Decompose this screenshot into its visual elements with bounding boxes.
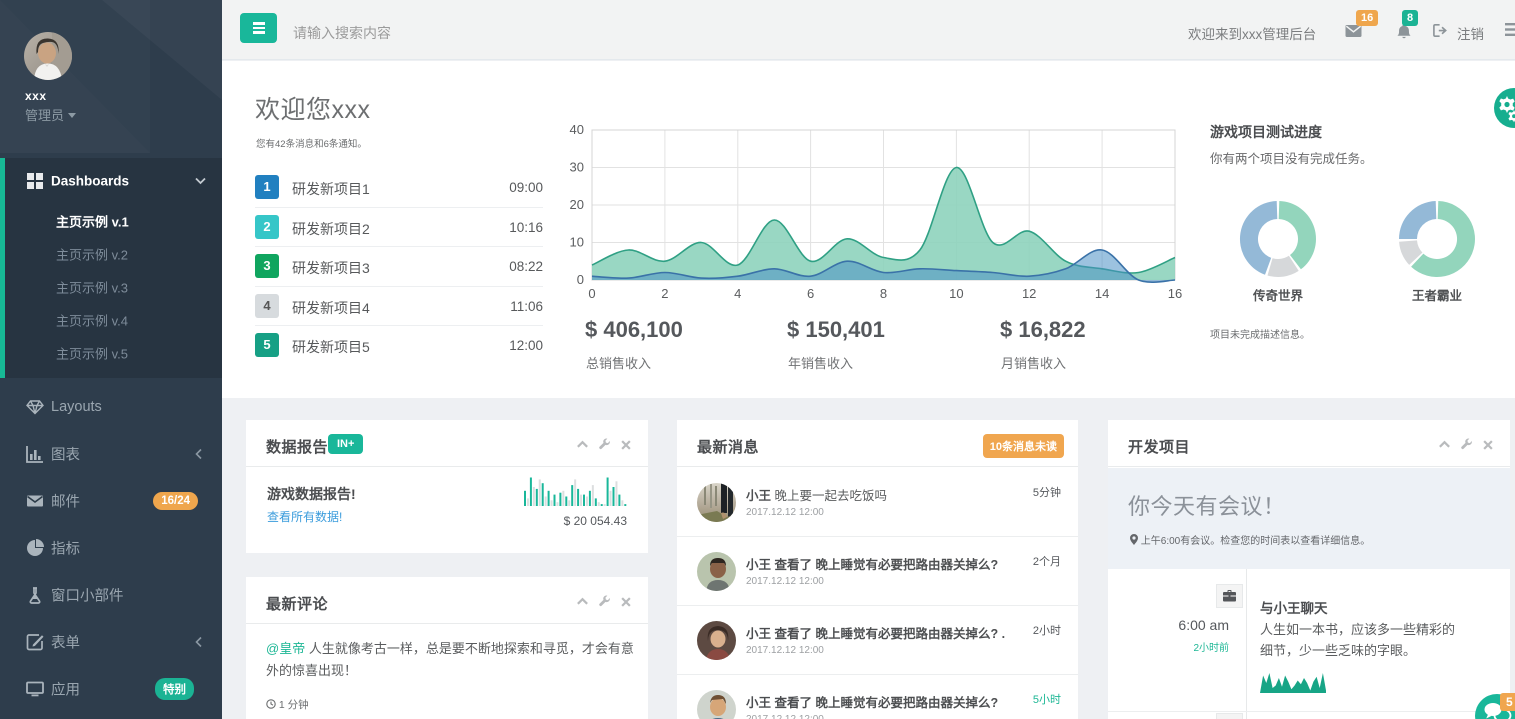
svg-text:2: 2 [661,286,668,301]
svg-text:16: 16 [1168,286,1182,301]
svg-text:30: 30 [570,160,584,175]
svg-text:4: 4 [734,286,741,301]
svg-text:10: 10 [949,286,963,301]
svg-text:40: 40 [570,122,584,137]
svg-text:8: 8 [880,286,887,301]
svg-text:0: 0 [588,286,595,301]
svg-text:20: 20 [570,197,584,212]
svg-text:0: 0 [577,272,584,287]
svg-text:12: 12 [1022,286,1036,301]
svg-text:6: 6 [807,286,814,301]
svg-text:14: 14 [1095,286,1109,301]
svg-text:10: 10 [570,235,584,250]
